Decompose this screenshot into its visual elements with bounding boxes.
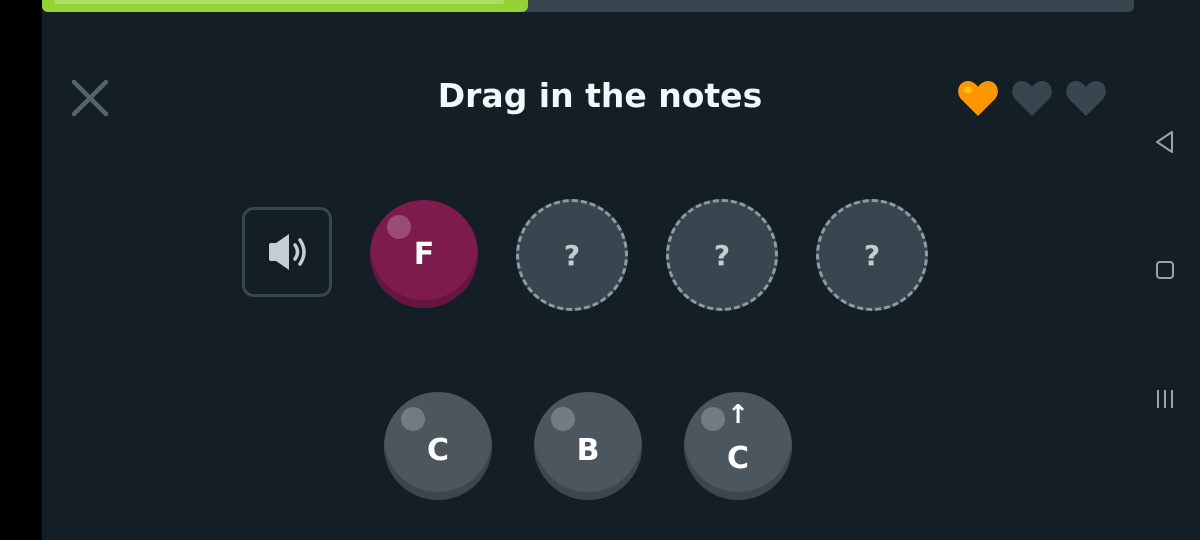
heart-empty-icon xyxy=(1012,81,1052,116)
note-label: F xyxy=(413,236,435,272)
bank-note-c[interactable]: C xyxy=(384,392,492,500)
note-label: C xyxy=(726,440,750,476)
slot-placeholder: ? xyxy=(863,238,881,272)
answer-slot-1[interactable]: ? xyxy=(516,199,628,311)
lesson-progress-bar xyxy=(42,0,1134,12)
system-back-button[interactable] xyxy=(1150,127,1180,157)
left-edge-bar xyxy=(0,0,42,540)
note-label: B xyxy=(576,432,600,468)
speaker-icon xyxy=(269,234,306,270)
bank-note-c-high[interactable]: ↑ C xyxy=(684,392,792,500)
hearts-indicator xyxy=(956,78,1110,118)
recents-icon xyxy=(1157,390,1173,408)
note-label: C xyxy=(426,432,450,468)
answer-slot-2[interactable]: ? xyxy=(666,199,778,311)
bank-note-b[interactable]: B xyxy=(534,392,642,500)
page-title: Drag in the notes xyxy=(437,76,763,115)
close-icon xyxy=(71,79,109,117)
play-sound-button[interactable] xyxy=(242,207,332,297)
slot-placeholder: ? xyxy=(563,238,581,272)
note-shine xyxy=(551,407,575,431)
system-home-button[interactable] xyxy=(1150,255,1180,285)
octave-up-arrow-icon: ↑ xyxy=(727,400,749,430)
slot-placeholder: ? xyxy=(713,238,731,272)
back-icon xyxy=(1156,131,1173,153)
answer-slot-3[interactable]: ? xyxy=(816,199,928,311)
system-recents-button[interactable] xyxy=(1150,384,1180,414)
lesson-progress-fill xyxy=(42,0,528,12)
home-icon xyxy=(1156,261,1174,279)
placed-note-f[interactable]: F xyxy=(370,200,478,308)
note-shine xyxy=(401,407,425,431)
heart-empty-icon xyxy=(1066,81,1106,116)
note-shine xyxy=(387,215,411,239)
heart-filled-icon xyxy=(958,81,998,116)
close-button[interactable] xyxy=(66,74,114,122)
